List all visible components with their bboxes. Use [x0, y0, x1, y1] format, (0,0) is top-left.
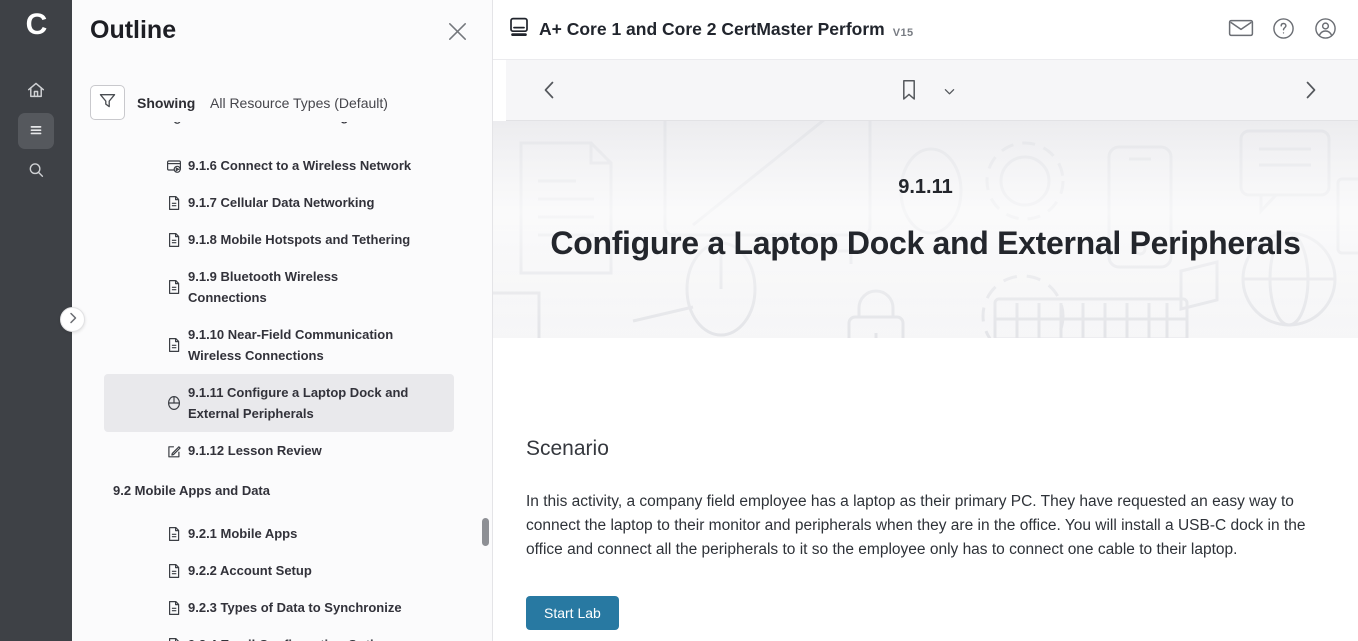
outline-section-label: 9.2 Mobile Apps and Data [104, 472, 454, 509]
account-button[interactable] [1310, 15, 1340, 45]
lesson-navbar [506, 60, 1358, 121]
course-title: A+ Core 1 and Core 2 CertMaster Perform [539, 19, 885, 40]
outline-item-label: 9.1.12 Lesson Review [188, 443, 322, 458]
document-icon [166, 526, 182, 542]
chevron-left-icon [543, 80, 555, 103]
filter-icon [98, 92, 117, 114]
help-icon [1272, 17, 1295, 43]
document-icon [166, 279, 182, 295]
outline-list: 9.1.5 Wireless Networking 9.1.6 Connect … [72, 122, 492, 641]
outline-item-label: 9.1.6 Connect to a Wireless Network [188, 158, 411, 173]
filter-button[interactable] [90, 85, 125, 120]
document-icon [166, 195, 182, 211]
filter-selected-value[interactable]: All Resource Types (Default) [210, 95, 388, 111]
account-icon [1314, 17, 1337, 43]
messages-button[interactable] [1226, 15, 1256, 45]
outline-item-current[interactable]: 9.1.11 Configure a Laptop Dock and Exter… [104, 374, 454, 432]
outline-panel: Outline Showing All Resource Types (Defa… [72, 0, 493, 641]
envelope-icon [1228, 18, 1254, 41]
outline-menu-button[interactable] [18, 113, 54, 149]
outline-item[interactable]: 9.2.3 Types of Data to Synchronize [104, 589, 454, 626]
document-icon [166, 637, 182, 641]
outline-item[interactable]: 9.1.12 Lesson Review [104, 432, 454, 469]
outline-item-label: 9.1.5 Wireless Networking [188, 122, 348, 124]
main-content: A+ Core 1 and Core 2 CertMaster Perform … [493, 0, 1358, 641]
next-page-button[interactable] [1296, 74, 1326, 108]
bookmark-dropdown-button[interactable] [934, 74, 964, 108]
collapse-panel-button[interactable] [60, 307, 85, 332]
comptia-logo: C [0, 8, 72, 42]
home-icon [25, 79, 47, 104]
course-header: A+ Core 1 and Core 2 CertMaster Perform … [493, 0, 1358, 60]
outline-item-label: 9.2.3 Types of Data to Synchronize [188, 600, 402, 615]
document-icon [166, 232, 182, 248]
outline-item-label: 9.2.1 Mobile Apps [188, 526, 297, 541]
outline-item-label: 9.1.8 Mobile Hotspots and Tethering [188, 232, 410, 247]
bookmark-button[interactable] [894, 74, 924, 108]
course-device-icon [508, 17, 530, 43]
outline-item[interactable]: 9.2.1 Mobile Apps [104, 515, 454, 552]
outline-item[interactable]: 9.1.7 Cellular Data Networking [104, 184, 454, 221]
start-lab-button[interactable]: Start Lab [526, 596, 619, 630]
mouse-icon [166, 395, 182, 411]
outline-item[interactable]: 9.1.5 Wireless Networking [104, 122, 454, 135]
outline-item[interactable]: 9.1.6 Connect to a Wireless Network [104, 147, 454, 184]
previous-page-button[interactable] [534, 74, 564, 108]
document-icon [166, 337, 182, 353]
outline-item-label: 9.2.4 Email Configuration Options [188, 637, 397, 641]
certmaster-app: C [0, 0, 1358, 641]
edit-icon [166, 443, 182, 459]
chevron-down-icon [944, 84, 955, 99]
menu-icon [25, 119, 47, 144]
outline-item-label: 9.1.11 Configure a Laptop Dock and Exter… [188, 385, 408, 421]
course-version-badge: V15 [893, 27, 914, 39]
outline-item-label: 9.1.9 Bluetooth Wireless Connections [188, 266, 383, 308]
lesson-hero-banner: 9.1.11 Configure a Laptop Dock and Exter… [493, 121, 1358, 338]
outline-scrollbar-thumb[interactable] [482, 518, 489, 546]
outline-item[interactable]: 9.1.10 Near-Field Communication Wireless… [104, 316, 454, 374]
close-outline-button[interactable] [446, 22, 468, 44]
outline-item-label: 9.1.10 Near-Field Communication Wireless… [188, 327, 393, 363]
outline-item[interactable]: 9.1.8 Mobile Hotspots and Tethering [104, 221, 454, 258]
outline-item-label: 9.1.7 Cellular Data Networking [188, 195, 374, 210]
search-button[interactable] [18, 153, 54, 189]
lesson-title: Configure a Laptop Dock and External Per… [493, 225, 1358, 262]
document-icon [166, 563, 182, 579]
outline-item[interactable]: 9.2.4 Email Configuration Options [104, 626, 454, 641]
chevron-right-icon [1305, 80, 1317, 103]
chevron-right-icon [69, 312, 77, 327]
help-button[interactable] [1268, 15, 1298, 45]
outline-title: Outline [90, 16, 176, 45]
filter-showing-label: Showing [137, 95, 195, 111]
video-lab-icon [166, 158, 182, 174]
document-icon [166, 600, 182, 616]
search-icon [25, 159, 47, 184]
outline-item[interactable]: 9.1.9 Bluetooth Wireless Connections [104, 258, 454, 316]
video-lab-icon [166, 122, 182, 125]
scenario-text: In this activity, a company field employ… [526, 490, 1326, 562]
outline-item-label: 9.2.2 Account Setup [188, 563, 312, 578]
lesson-number: 9.1.11 [493, 176, 1358, 199]
outline-item[interactable]: 9.2.2 Account Setup [104, 552, 454, 589]
close-icon [448, 29, 467, 44]
bookmark-icon [901, 79, 917, 104]
scenario-heading: Scenario [526, 437, 609, 461]
home-button[interactable] [18, 73, 54, 109]
